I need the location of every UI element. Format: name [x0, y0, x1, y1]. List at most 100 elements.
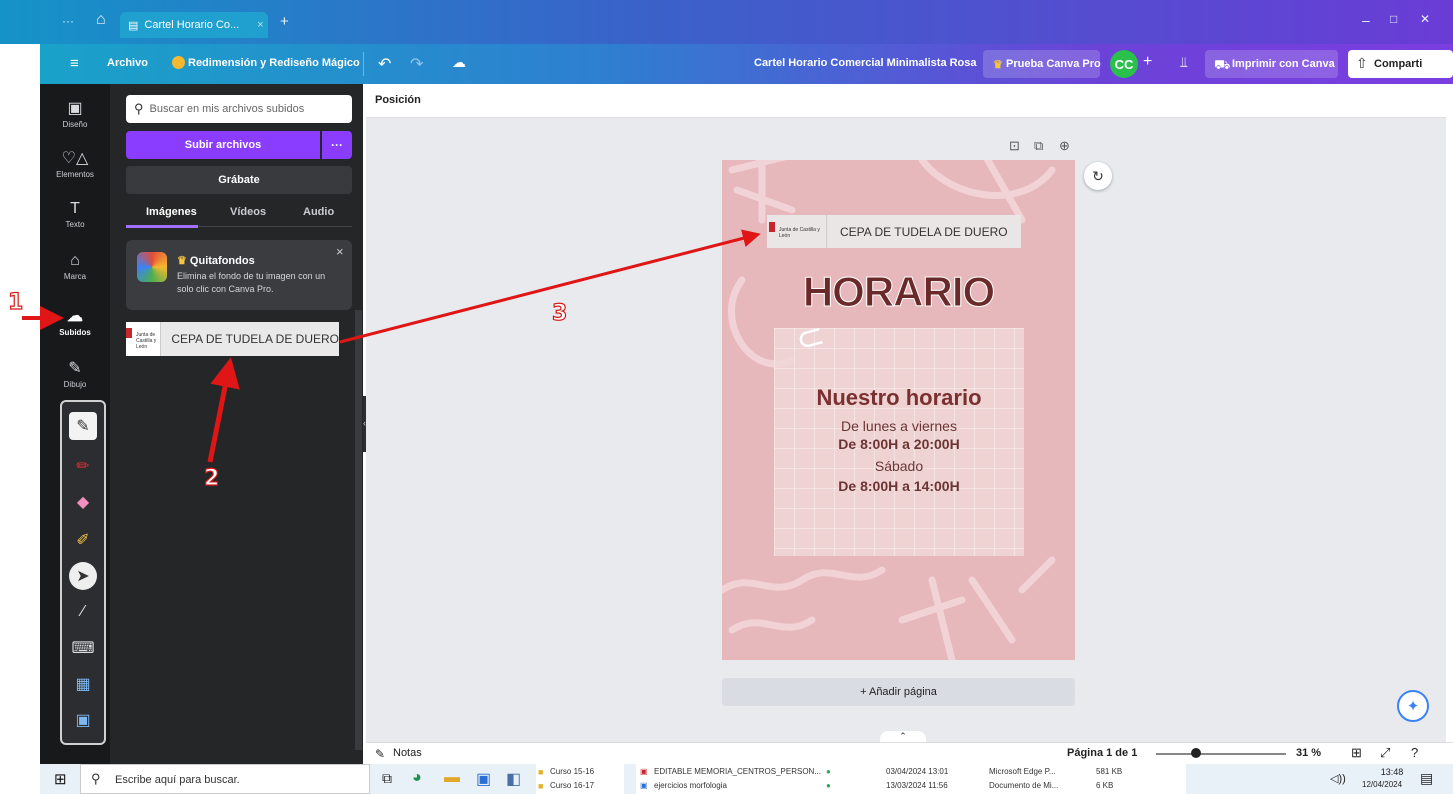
- keyboard-icon[interactable]: ⌨: [69, 634, 97, 662]
- rail-item-uploads[interactable]: ☁ Subidos: [40, 306, 110, 337]
- uploaded-image-thumbnail[interactable]: Junta de Castilla y León CEPA DE TUDELA …: [126, 322, 339, 356]
- tab-audio[interactable]: Audio: [303, 206, 334, 218]
- home-icon[interactable]: ⌂: [96, 11, 106, 29]
- poster-line-4[interactable]: De 8:00H a 14:00H: [774, 478, 1024, 494]
- file-explorer-icon[interactable]: ▬: [444, 769, 460, 787]
- menu-icon[interactable]: ≡: [70, 55, 79, 72]
- app-icon[interactable]: ◧: [506, 769, 521, 789]
- zoom-slider-handle[interactable]: [1191, 748, 1202, 758]
- panel-scrollbar[interactable]: [355, 310, 362, 750]
- lock-icon[interactable]: ⊡: [1009, 138, 1020, 154]
- volume-icon[interactable]: ◁)): [1330, 772, 1346, 785]
- window-icon[interactable]: ▣: [69, 706, 97, 734]
- window-close-button[interactable]: ✕: [1420, 12, 1430, 26]
- folder-item[interactable]: Curso 15-16: [550, 767, 594, 776]
- browser-menu-dots[interactable]: ···: [62, 14, 74, 28]
- zoom-slider[interactable]: [1156, 753, 1286, 755]
- zoom-level[interactable]: 31 %: [1296, 747, 1321, 759]
- page-indicator[interactable]: Página 1 de 1: [1067, 747, 1137, 759]
- notes-icon: ✎: [375, 747, 386, 761]
- screen-capture-icon[interactable]: ▦: [69, 670, 97, 698]
- poster-line-2[interactable]: De 8:00H a 20:00H: [774, 436, 1024, 452]
- insights-chart-icon[interactable]: ⫫: [1180, 54, 1188, 71]
- search-input[interactable]: ⚲ Buscar en mis archivos subidos: [126, 95, 352, 123]
- explorer-file-list: ▣ EDITABLE MEMORIA_CENTROS_PERSON... ● 0…: [636, 764, 1186, 794]
- add-page-button[interactable]: + Añadir página: [722, 678, 1075, 706]
- tab-images[interactable]: Imágenes: [146, 206, 197, 218]
- position-button[interactable]: Posición: [375, 94, 421, 106]
- grid-view-icon[interactable]: ⊞: [1351, 745, 1362, 761]
- edge-icon[interactable]: ◕: [412, 769, 422, 787]
- file-name[interactable]: ejercicios morfologia: [654, 781, 727, 790]
- windows-start-icon[interactable]: ⊞: [54, 770, 67, 788]
- fullscreen-icon[interactable]: ⤢: [1380, 745, 1390, 761]
- promo-close-icon[interactable]: ×: [336, 244, 344, 259]
- red-pen-icon[interactable]: ✏: [69, 452, 97, 480]
- pointer-icon[interactable]: ➤: [69, 562, 97, 590]
- print-truck-icon: ⛟: [1214, 57, 1231, 72]
- notes-button[interactable]: Notas: [393, 747, 422, 759]
- folder-icon: ■: [538, 767, 544, 777]
- poster-title[interactable]: HORARIO: [722, 268, 1075, 316]
- poster-subtitle[interactable]: Nuestro horario: [774, 385, 1024, 411]
- file-size: 581 KB: [1096, 767, 1123, 776]
- avatar[interactable]: CC: [1110, 50, 1138, 78]
- laser-pen-icon[interactable]: ⁄: [69, 598, 97, 626]
- tab-close-icon[interactable]: ×: [257, 19, 263, 31]
- upload-more-button[interactable]: ···: [322, 131, 352, 159]
- rail-item-design[interactable]: ▣ Diseño: [40, 98, 110, 129]
- magic-resize-button[interactable]: Redimensión y Rediseño Mágico: [188, 57, 360, 69]
- rail-item-draw[interactable]: ✎ Dibujo: [40, 358, 110, 389]
- tab-videos[interactable]: Vídeos: [230, 206, 266, 218]
- rail-item-brand[interactable]: ⌂ Marca: [40, 252, 110, 281]
- sync-ok-icon: ●: [826, 767, 831, 776]
- file-name[interactable]: EDITABLE MEMORIA_CENTROS_PERSON...: [654, 767, 821, 776]
- rotate-icon[interactable]: ↻: [1084, 162, 1112, 190]
- whiteboard-icon[interactable]: ✎: [69, 412, 97, 440]
- cloud-saved-icon[interactable]: ☁: [452, 54, 466, 71]
- redo-icon[interactable]: ↷: [410, 54, 423, 74]
- toolbar-divider: [363, 52, 364, 76]
- add-page-icon[interactable]: ⊕: [1059, 138, 1070, 154]
- document-title[interactable]: Cartel Horario Comercial Minimalista Ros…: [754, 57, 977, 69]
- print-label: Imprimir con Canva: [1232, 58, 1335, 70]
- print-button[interactable]: ⛟ Imprimir con Canva: [1205, 50, 1338, 78]
- annotation-tools-palette: ✎ ✏ ◆ ✐ ➤ ⁄ ⌨ ▦ ▣: [60, 400, 106, 745]
- help-icon[interactable]: ?: [1411, 745, 1418, 760]
- promo-title: ♛ Quitafondos: [177, 255, 255, 267]
- archivo-menu[interactable]: Archivo: [107, 57, 148, 69]
- taskbar-search[interactable]: ⚲ Escribe aquí para buscar.: [80, 764, 370, 794]
- poster-junta-logo: Junta de Castilla y León: [767, 215, 827, 248]
- magic-assistant-icon[interactable]: ✦: [1397, 690, 1429, 722]
- rail-item-elements[interactable]: ♡△ Elementos: [40, 148, 110, 179]
- browser-tab[interactable]: ▤ Cartel Horario Co... ×: [120, 12, 268, 38]
- duplicate-page-icon[interactable]: ⧉: [1034, 138, 1043, 154]
- upload-files-button[interactable]: Subir archivos: [126, 131, 320, 159]
- poster-page[interactable]: Junta de Castilla y León CEPA DE TUDELA …: [722, 160, 1075, 660]
- undo-icon[interactable]: ↶: [378, 54, 391, 74]
- notifications-icon[interactable]: ▤: [1420, 770, 1433, 787]
- poster-header-banner[interactable]: Junta de Castilla y León CEPA DE TUDELA …: [767, 215, 1021, 248]
- store-icon[interactable]: ▣: [476, 769, 491, 789]
- windows-taskbar: ⊞ ⚲ Escribe aquí para buscar. ⧉ ◕ ▬ ▣ ◧ …: [40, 764, 1453, 794]
- bg-remover-icon: [137, 252, 167, 282]
- highlighter-icon[interactable]: ✐: [69, 526, 97, 554]
- share-button[interactable]: ⇧ Comparti: [1348, 50, 1453, 78]
- add-collaborator-button[interactable]: +: [1143, 53, 1152, 71]
- eraser-icon[interactable]: ◆: [69, 488, 97, 516]
- poster-line-3[interactable]: Sábado: [774, 458, 1024, 474]
- try-pro-button[interactable]: ♛ Prueba Canva Pro: [983, 50, 1101, 78]
- folder-item[interactable]: Curso 16-17: [550, 781, 594, 790]
- poster-line-1[interactable]: De lunes a viernes: [774, 418, 1024, 434]
- rail-item-text[interactable]: T Texto: [40, 200, 110, 229]
- window-maximize-button[interactable]: □: [1390, 12, 1397, 26]
- taskbar-search-icon: ⚲: [91, 771, 101, 786]
- window-minimize-button[interactable]: –: [1362, 12, 1370, 28]
- taskbar-search-placeholder: Escribe aquí para buscar.: [115, 774, 240, 786]
- browser-title-bar: ··· ⌂ ▤ Cartel Horario Co... × + – □ ✕: [0, 0, 1453, 44]
- rail-label: Diseño: [62, 120, 88, 129]
- junta-logo-text: Junta de Castilla y León: [136, 332, 157, 350]
- task-view-icon[interactable]: ⧉: [382, 770, 392, 787]
- new-tab-button[interactable]: +: [280, 13, 289, 30]
- record-yourself-button[interactable]: Grábate: [126, 166, 352, 194]
